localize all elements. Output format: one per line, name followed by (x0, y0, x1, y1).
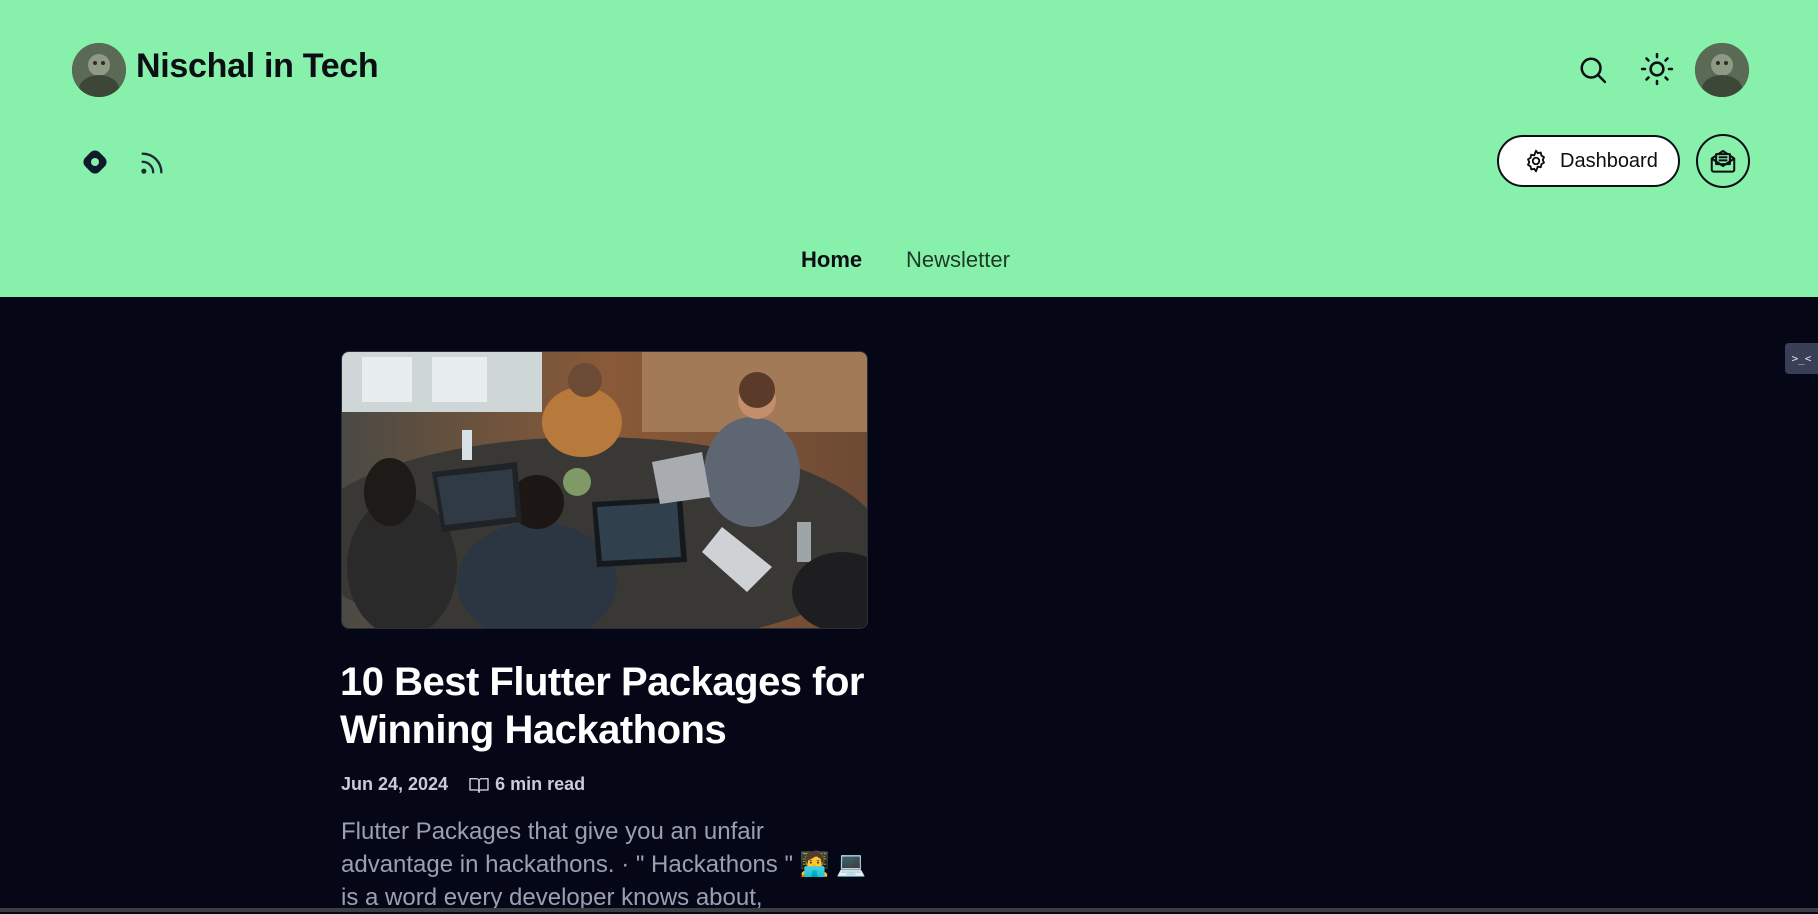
read-time-label: 6 min read (495, 774, 586, 794)
search-icon[interactable] (1575, 52, 1611, 88)
bottom-divider (0, 908, 1818, 912)
nav-home[interactable]: Home (801, 247, 862, 273)
post-excerpt: Flutter Packages that give you an unfair… (341, 818, 867, 911)
nav-newsletter[interactable]: Newsletter (906, 247, 1010, 273)
site-title[interactable]: Nischal in Tech (136, 47, 379, 86)
blog-logo-avatar[interactable] (72, 43, 126, 97)
mail-open-icon (1710, 150, 1736, 173)
dashboard-button[interactable]: Dashboard (1497, 135, 1680, 187)
post-title[interactable]: 10 Best Flutter Packages for Winning Hac… (340, 658, 880, 754)
post-read-time: 6 min read (468, 774, 585, 795)
gear-icon (1527, 149, 1545, 173)
newsletter-subscribe-button[interactable] (1696, 134, 1750, 188)
user-profile-avatar[interactable] (1695, 43, 1749, 97)
site-header: Nischal in Tech Dashboard Home Newslette… (0, 0, 1818, 297)
post-meta: Jun 24, 2024 6 min read (341, 774, 585, 795)
post-date: Jun 24, 2024 (341, 774, 449, 794)
side-feedback-widget[interactable]: >_< (1785, 343, 1818, 374)
book-open-icon (469, 777, 489, 793)
post-cover-image[interactable] (341, 351, 868, 629)
rss-icon[interactable] (135, 146, 169, 180)
dashboard-label: Dashboard (1560, 149, 1658, 172)
hashnode-icon[interactable] (78, 145, 112, 179)
sun-icon[interactable] (1638, 50, 1676, 88)
